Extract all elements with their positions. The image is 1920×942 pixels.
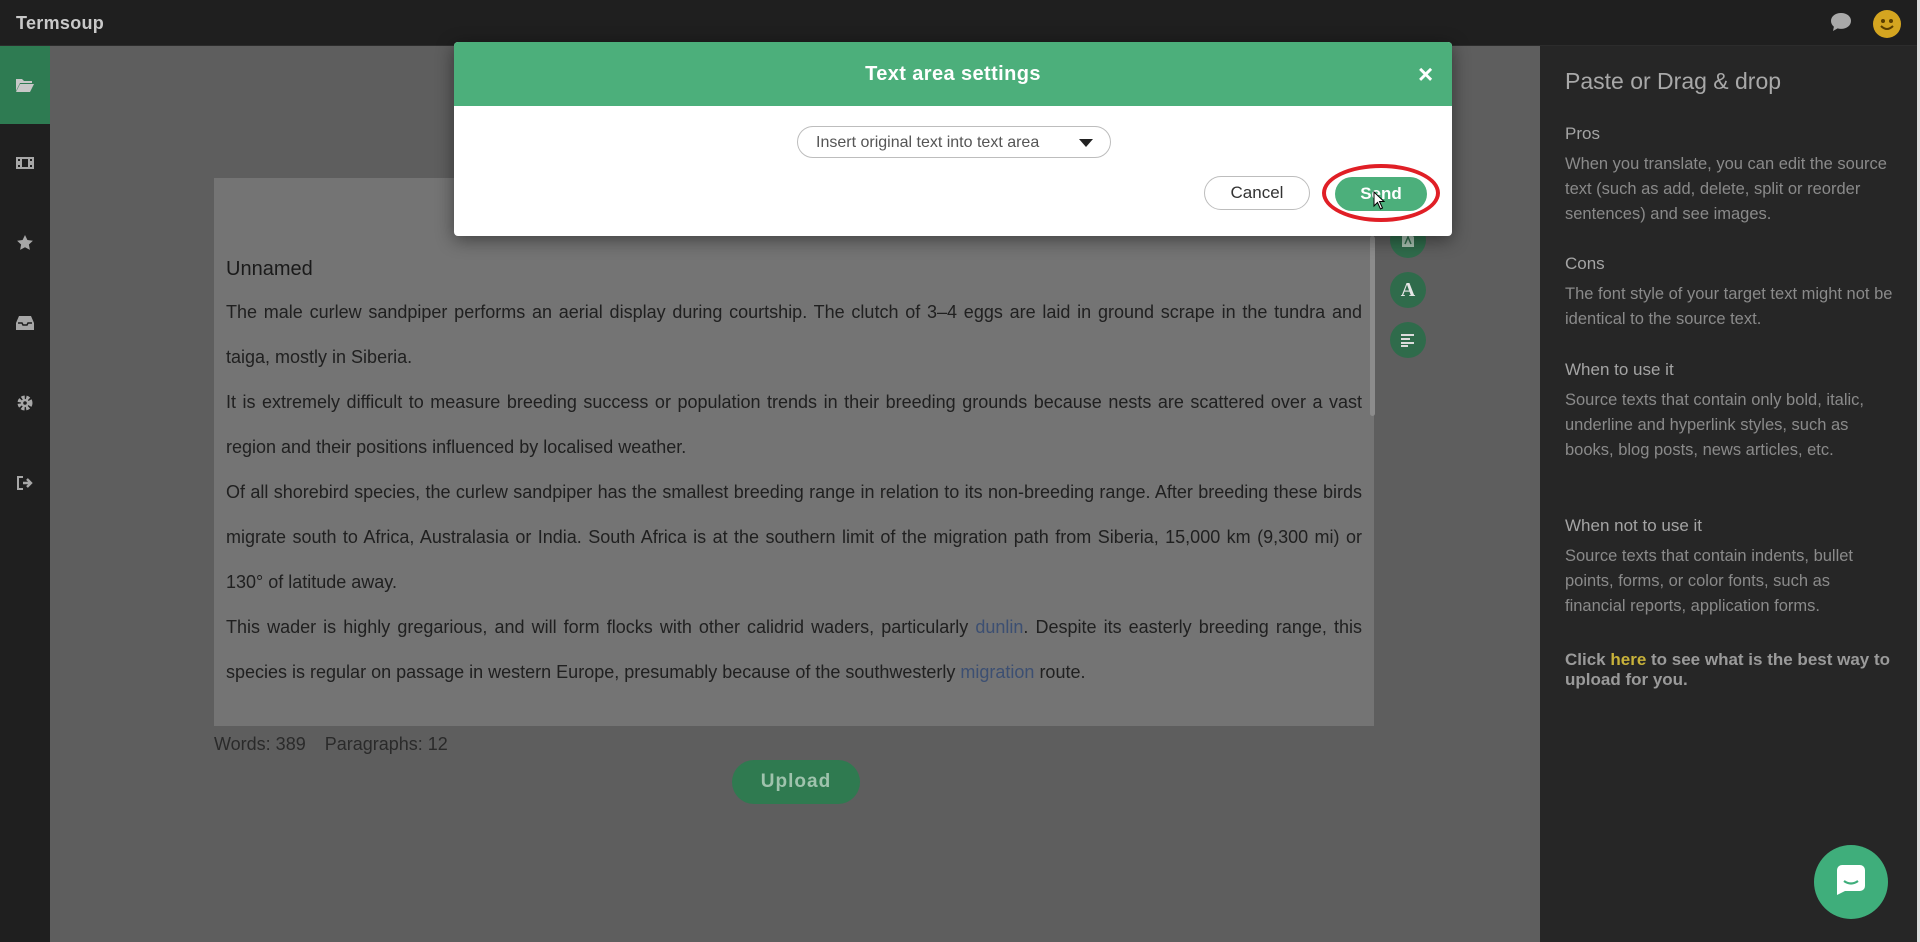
app-title: Termsoup	[16, 13, 105, 33]
help-link-text: Click here to see what is the best way t…	[1565, 650, 1891, 689]
chat-icon[interactable]	[1830, 12, 1852, 32]
word-count: Words: 389	[214, 734, 306, 754]
insert-mode-select[interactable]: Insert original text into text area	[797, 126, 1111, 158]
panel-title: Paste or Drag & drop	[1565, 68, 1782, 94]
paragraph-count: Paragraphs: 12	[324, 734, 448, 754]
section-heading: Pros	[1565, 124, 1600, 143]
close-icon[interactable]: ×	[1418, 61, 1433, 87]
text-area-settings-dialog: Text area settings × Insert original tex…	[454, 42, 1452, 236]
source-text-area[interactable]: Unnamed The male curlew sandpiper perfor…	[214, 178, 1374, 726]
upload-button[interactable]: Upload	[732, 760, 860, 804]
inbox-icon	[15, 315, 35, 331]
cursor-icon	[1373, 190, 1387, 216]
document-body: The male curlew sandpiper performs an ae…	[226, 290, 1362, 695]
panel-section-when-not-to-use: When not to use it Source texts that con…	[1565, 516, 1895, 619]
dialog-title: Text area settings	[865, 63, 1041, 85]
font-tool-button[interactable]: A	[1390, 272, 1426, 308]
section-heading: When to use it	[1565, 360, 1674, 379]
top-bar: Termsoup	[0, 0, 1920, 46]
sidebar-item-open[interactable]	[0, 46, 50, 124]
star-icon	[16, 234, 34, 252]
caret-down-icon	[1079, 139, 1093, 147]
paragraph: Of all shorebird species, the curlew san…	[226, 482, 1362, 592]
panel-section-pros: Pros When you translate, you can edit th…	[1565, 124, 1895, 227]
link-migration[interactable]: migration	[960, 662, 1034, 682]
panel-section-when-to-use: When to use it Source texts that contain…	[1565, 360, 1895, 463]
section-text: Source texts that contain only bold, ita…	[1565, 391, 1864, 459]
section-text: The font style of your target text might…	[1565, 285, 1893, 328]
document-stats: Words: 389 Paragraphs: 12	[214, 734, 462, 755]
align-left-icon	[1400, 333, 1416, 347]
paragraph: This wader is highly gregarious, and wil…	[226, 617, 1363, 682]
dialog-header: Text area settings ×	[454, 42, 1452, 106]
sign-out-icon	[16, 475, 34, 491]
sidebar-item-settings[interactable]	[0, 364, 50, 442]
sidebar-item-inbox[interactable]	[0, 284, 50, 362]
section-text: When you translate, you can edit the sou…	[1565, 155, 1887, 223]
font-icon: A	[1400, 278, 1416, 301]
align-tool-button[interactable]	[1390, 322, 1426, 358]
document-title: Unnamed	[226, 258, 313, 280]
section-heading: Cons	[1565, 254, 1605, 273]
sidebar-item-logout[interactable]	[0, 444, 50, 522]
select-value: Insert original text into text area	[816, 134, 1040, 151]
chat-icon	[1834, 864, 1868, 901]
section-text: Source texts that contain indents, bulle…	[1565, 547, 1854, 615]
paragraph: It is extremely difficult to measure bre…	[226, 392, 1362, 457]
smiley-icon[interactable]	[1873, 10, 1901, 38]
left-sidebar	[0, 46, 50, 942]
folder-open-icon	[15, 77, 35, 93]
sidebar-item-film[interactable]	[0, 124, 50, 202]
paragraph: The male curlew sandpiper performs an ae…	[226, 302, 1362, 367]
section-heading: When not to use it	[1565, 516, 1703, 535]
panel-section-cons: Cons The font style of your target text …	[1565, 254, 1895, 332]
cancel-button[interactable]: Cancel	[1204, 176, 1310, 210]
right-help-panel: Paste or Drag & drop Pros When you trans…	[1540, 46, 1920, 942]
gear-icon	[16, 394, 34, 412]
film-icon	[15, 155, 35, 171]
chat-widget-button[interactable]	[1814, 845, 1888, 919]
link-dunlin[interactable]: dunlin	[975, 617, 1023, 637]
document-scrollbar[interactable]	[1370, 236, 1375, 416]
sidebar-item-favorites[interactable]	[0, 204, 50, 282]
here-link[interactable]: here	[1610, 650, 1646, 669]
